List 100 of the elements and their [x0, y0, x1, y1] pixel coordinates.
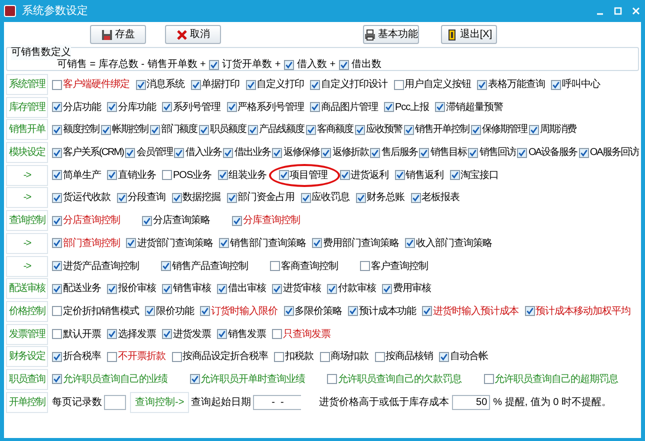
section-label: 查询控制	[6, 210, 48, 232]
checkbox-label: 限价功能	[156, 304, 194, 319]
percent-field[interactable]: 50	[452, 394, 490, 410]
section-label: ->	[6, 256, 48, 276]
checkbox-label: 分店功能	[63, 100, 101, 115]
section-label: 系统管理	[6, 74, 48, 95]
checkbox-label: 预计成本功能	[359, 304, 416, 319]
section-label: 配送审核	[6, 278, 48, 300]
checkbox-label: 报价审核	[118, 282, 156, 296]
checkbox-label: 借出数	[352, 58, 382, 72]
toolbar-button[interactable]: 存盘	[90, 25, 146, 44]
checkbox-label: 销售开单控制	[415, 122, 469, 138]
checkbox-label: 严格系列号管理	[238, 100, 304, 115]
checkbox-label: 客商额度	[317, 122, 353, 138]
checkbox-label: 选择发票	[118, 328, 156, 342]
checkbox-label: 借出审核	[228, 282, 266, 296]
checkbox-label: 费用部门查询策略	[323, 236, 399, 251]
checkbox-label: 允许职员查询自己的欠款罚息	[338, 372, 462, 387]
checkbox-label: 数据挖掘	[182, 190, 220, 206]
checkbox-label: 销售返利	[406, 168, 444, 183]
section-label: ->	[6, 164, 48, 186]
checkbox-label: 滞销超量预警	[446, 100, 504, 115]
checkbox-label: 配送业务	[63, 282, 101, 296]
checkbox-label: 单据打印	[202, 78, 240, 92]
checkbox-label: 销售发票	[228, 328, 266, 342]
hint-text: % 提醒, 值为 0 时不提醒。	[493, 396, 612, 410]
checkbox-label: 销售部门查询策略	[230, 236, 306, 251]
toolbar-button[interactable]: 基本功能	[363, 25, 419, 44]
checkbox-label: 允许职员开单时查询业绩	[200, 372, 305, 387]
checkbox-label: 扣税款	[285, 350, 314, 364]
checkbox-label: 多限价策略	[294, 304, 342, 319]
section-label: 财务设定	[6, 346, 48, 368]
checkbox-label: 预计成本移动加权平均	[536, 304, 630, 319]
checkbox-label: POS业务	[173, 168, 212, 183]
toolbar-button[interactable]: 退出[X]	[441, 25, 497, 44]
group-title: 可销售数定义	[11, 45, 71, 60]
checkbox-label: 销售回访	[479, 146, 516, 160]
section-label: 模块设定	[6, 142, 48, 164]
section-label: ->	[6, 187, 48, 208]
checkbox-label: 产品线额度	[259, 122, 304, 138]
checkbox-label: 项目管理	[290, 168, 328, 183]
checkbox-label: 折合税率	[63, 350, 101, 364]
section-label: 开单控制	[6, 392, 48, 413]
checkbox-label: 财务总账	[366, 190, 404, 206]
checkbox-label: 分店查询策略	[153, 214, 210, 228]
checkbox-label: 分段查询	[128, 190, 166, 206]
checkbox-label: Pcc上报	[395, 100, 430, 115]
checkbox-label: 进货产品查询控制	[63, 260, 139, 274]
query-control-button[interactable]: 查询控制->	[130, 392, 190, 413]
date-field[interactable]: - -	[253, 394, 302, 410]
checkbox-label: 进货时输入预计成本	[433, 304, 518, 319]
checkbox-label: 呼叫中心	[562, 78, 600, 92]
section-label: 发票管理	[6, 324, 48, 345]
checkbox-label: 客商查询控制	[281, 260, 338, 274]
checkbox-label: 分库查询控制	[243, 214, 300, 228]
toolbar-button[interactable]: 取消	[165, 25, 221, 44]
checkbox-label: 返修保修	[283, 146, 320, 160]
checkbox-label: 货运代收款	[63, 190, 110, 206]
checkbox-label: 额度控制	[63, 122, 99, 138]
checkbox-label: 应收罚息	[312, 190, 350, 206]
checkbox-label: 商场扣款	[330, 350, 368, 364]
checkbox-label: 不开票折款	[118, 350, 166, 364]
checkbox-label: 只查询发票	[283, 328, 330, 342]
checkbox-label: 按商品设定折合税率	[182, 350, 268, 364]
checkbox-label: 淘宝接口	[460, 168, 499, 183]
checkbox-label: 借入业务	[185, 146, 222, 160]
checkbox-label: 简单生产	[63, 168, 101, 183]
checkbox-label: 销售目标	[430, 146, 466, 160]
checkbox-label: 职员额度	[210, 122, 246, 138]
checkbox-label: 部门额度	[161, 122, 197, 138]
checkbox-label: 销售产品查询控制	[172, 260, 248, 274]
checkbox-label: 自定义打印设计	[321, 78, 388, 92]
checkbox-label: 付款审核	[338, 282, 376, 296]
checkbox-label: 老板报表	[422, 190, 460, 206]
checkbox-label: 分库功能	[118, 100, 156, 115]
checkbox-label: 客户端硬件绑定	[63, 78, 130, 92]
checkbox-label: 会员管理	[136, 146, 172, 160]
field-label: 进货价格高于或低于库存成本	[319, 396, 450, 410]
checkbox-label: 定价折扣销售模式	[63, 304, 139, 319]
checkbox-label: 借入数	[296, 58, 327, 72]
checkbox-label: 客户关系(CRM)	[63, 146, 124, 160]
section-label: 价格控制	[6, 300, 48, 322]
field-label: 每页记录数	[52, 396, 102, 410]
operator-text: +	[274, 58, 281, 72]
checkbox-label: 售后服务	[381, 146, 418, 160]
checkbox-label: 自动合帐	[450, 350, 488, 364]
checkbox-label: 系列号管理	[173, 100, 220, 115]
checkbox-label: 借出业务	[234, 146, 270, 160]
checkbox-label: 进货返利	[350, 168, 389, 183]
checkbox-label: OA设备服务	[528, 146, 577, 160]
checkbox-label: 部门资金占用	[238, 190, 294, 206]
checkbox-label: 返修折款	[332, 146, 368, 160]
checkbox-label: 商品图片管理	[321, 100, 378, 115]
checkbox-label: 帐期控制	[112, 122, 148, 138]
checkbox-label: 保修期管理	[482, 122, 527, 138]
formula-text: 可销售 = 库存总数 - 销售开单数 +	[57, 58, 206, 72]
checkbox-label: 分店查询控制	[63, 214, 120, 228]
checkbox-label: 表格万能查询	[488, 78, 545, 92]
checkbox-label: 允许职员查询自己的业绩	[63, 372, 168, 387]
checkbox-label: 进货审核	[283, 282, 321, 296]
